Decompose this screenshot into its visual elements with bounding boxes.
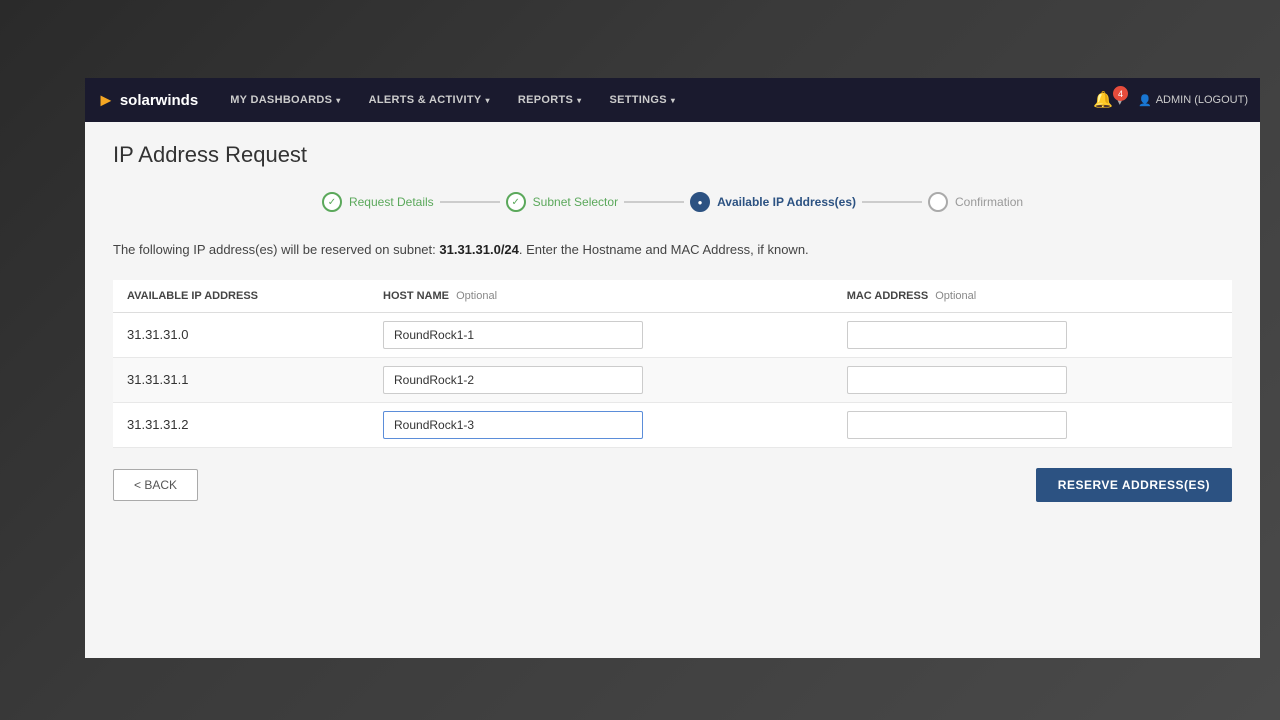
step-connector-3	[862, 201, 922, 203]
wizard-step-available-ip: Available IP Address(es)	[690, 192, 856, 212]
nav-right: 🔔 4 ▾ 👤 ADMIN (LOGOUT)	[1085, 86, 1248, 114]
step-label-2: Subnet Selector	[533, 195, 618, 209]
hostname-cell	[369, 312, 833, 357]
bell-icon: 🔔	[1093, 92, 1113, 109]
footer-buttons: < BACK RESERVE ADDRESS(ES)	[113, 468, 1232, 502]
step-circle-3	[690, 192, 710, 212]
chevron-down-icon: ▾	[336, 96, 340, 105]
chevron-down-icon: ▾	[671, 96, 675, 105]
nav-item-alerts[interactable]: ALERTS & ACTIVITY ▾	[355, 78, 504, 122]
mac-cell	[833, 402, 1232, 447]
table-body: 31.31.31.0 31.31.31.1	[113, 312, 1232, 447]
step-circle-1	[322, 192, 342, 212]
notification-button[interactable]: 🔔 4 ▾	[1085, 86, 1130, 114]
table-row: 31.31.31.2	[113, 402, 1232, 447]
brand-icon: ►	[97, 90, 115, 111]
step-circle-2	[506, 192, 526, 212]
step-label-4: Confirmation	[955, 195, 1023, 209]
ip-address-value: 31.31.31.0	[127, 327, 188, 342]
checkmark-icon	[328, 197, 336, 208]
nav-menu: MY DASHBOARDS ▾ ALERTS & ACTIVITY ▾ REPO…	[216, 78, 1085, 122]
mac-cell	[833, 357, 1232, 402]
wizard-step-confirmation: Confirmation	[928, 192, 1023, 212]
page-title: IP Address Request	[113, 142, 1232, 168]
wizard-step-request-details: Request Details	[322, 192, 434, 212]
mac-input[interactable]	[847, 411, 1067, 439]
hostname-input-active[interactable]	[383, 411, 643, 439]
admin-user-button[interactable]: 👤 ADMIN (LOGOUT)	[1138, 94, 1248, 107]
col-header-ip: AVAILABLE IP ADDRESS	[113, 280, 369, 313]
nav-item-reports[interactable]: REPORTS ▾	[504, 78, 596, 122]
mac-input[interactable]	[847, 321, 1067, 349]
step-label-1: Request Details	[349, 195, 434, 209]
navbar: ► solarwinds MY DASHBOARDS ▾ ALERTS & AC…	[85, 78, 1260, 122]
ip-cell: 31.31.31.1	[113, 357, 369, 402]
hostname-input[interactable]	[383, 366, 643, 394]
notification-badge: 4	[1113, 86, 1128, 101]
table-row: 31.31.31.0	[113, 312, 1232, 357]
ip-address-value: 31.31.31.1	[127, 372, 188, 387]
page-description: The following IP address(es) will be res…	[113, 240, 1232, 260]
step-circle-4	[928, 192, 948, 212]
wizard-steps: Request Details Subnet Selector Availa	[113, 192, 1232, 212]
hostname-input[interactable]	[383, 321, 643, 349]
step-connector-2	[624, 201, 684, 203]
chevron-down-icon: ▾	[577, 96, 581, 105]
ip-address-value: 31.31.31.2	[127, 417, 188, 432]
table-row: 31.31.31.1	[113, 357, 1232, 402]
back-button[interactable]: < BACK	[113, 469, 198, 501]
brand-logo[interactable]: ► solarwinds	[97, 90, 198, 111]
subnet-highlight: 31.31.31.0/24	[439, 242, 519, 257]
table-header-row: AVAILABLE IP ADDRESS HOST NAME Optional …	[113, 280, 1232, 313]
checkmark-icon	[511, 197, 519, 208]
mac-input[interactable]	[847, 366, 1067, 394]
ip-cell: 31.31.31.0	[113, 312, 369, 357]
wizard-step-subnet-selector: Subnet Selector	[506, 192, 618, 212]
chevron-down-icon: ▾	[486, 96, 490, 105]
page-content: IP Address Request Request Details Subne…	[85, 122, 1260, 658]
ip-address-table: AVAILABLE IP ADDRESS HOST NAME Optional …	[113, 280, 1232, 448]
hostname-cell	[369, 402, 833, 447]
active-dot-icon	[698, 198, 703, 207]
mac-cell	[833, 312, 1232, 357]
brand-name: solarwinds	[120, 92, 198, 109]
reserve-button[interactable]: RESERVE ADDRESS(ES)	[1036, 468, 1232, 502]
col-header-hostname: HOST NAME Optional	[369, 280, 833, 313]
step-label-3: Available IP Address(es)	[717, 195, 856, 209]
mac-optional-label: Optional	[935, 290, 976, 302]
nav-item-dashboards[interactable]: MY DASHBOARDS ▾	[216, 78, 354, 122]
nav-item-settings[interactable]: SETTINGS ▾	[595, 78, 689, 122]
hostname-cell	[369, 357, 833, 402]
hostname-optional-label: Optional	[456, 290, 497, 302]
user-icon: 👤	[1138, 94, 1152, 107]
step-connector-1	[440, 201, 500, 203]
ip-cell: 31.31.31.2	[113, 402, 369, 447]
col-header-mac: MAC ADDRESS Optional	[833, 280, 1232, 313]
